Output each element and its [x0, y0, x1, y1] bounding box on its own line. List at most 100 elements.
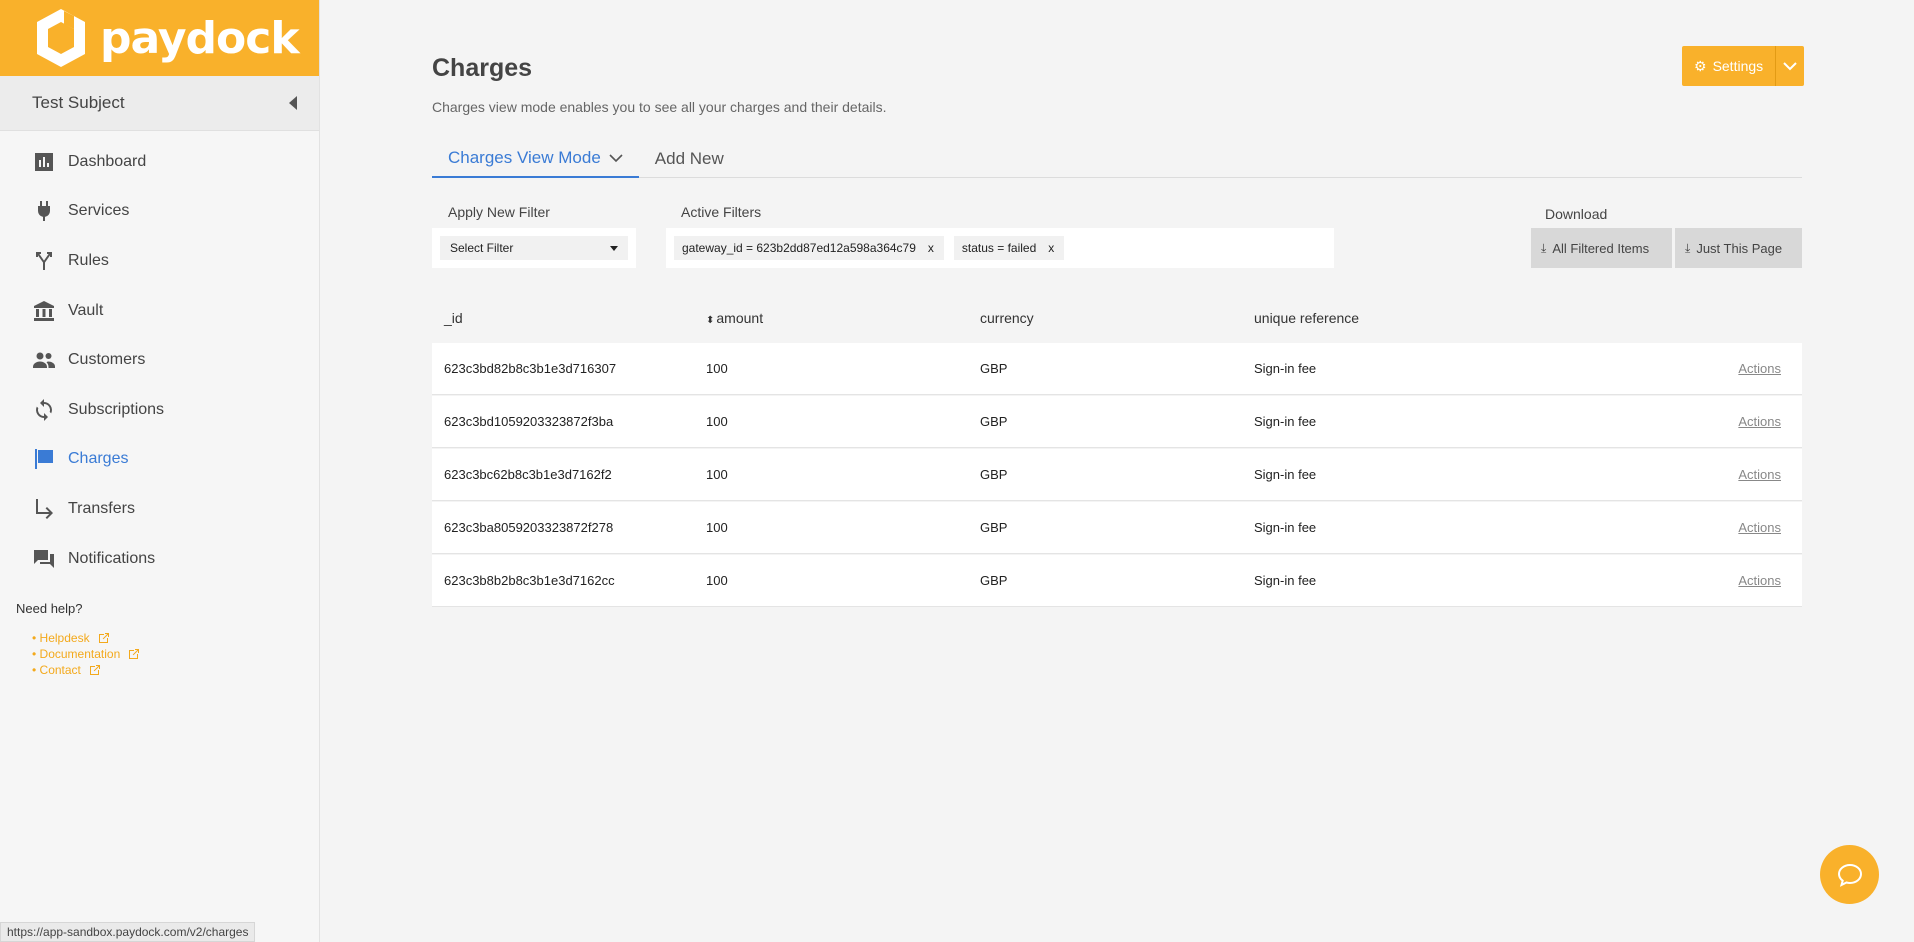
- sidebar-item-label: Rules: [68, 251, 109, 269]
- filter-select-inner[interactable]: Select Filter: [440, 236, 628, 260]
- actions-link[interactable]: Actions: [1738, 467, 1781, 482]
- external-link-icon: [129, 649, 140, 660]
- help-links: • Helpdesk • Documentation • Contact: [16, 630, 319, 678]
- filter-chip-status: status = failed x: [953, 236, 1065, 260]
- cell-currency: GBP: [980, 414, 1008, 429]
- cell-id: 623c3b8b2b8c3b1e3d7162cc: [444, 573, 615, 588]
- remove-filter-icon[interactable]: x: [1048, 241, 1054, 255]
- sidebar-item-label: Transfers: [68, 499, 135, 517]
- chat-bubble-icon: [1837, 863, 1862, 887]
- download-icon: ⤓: [1541, 240, 1547, 255]
- download-icon: ⤓: [1685, 240, 1691, 255]
- sidebar-item-label: Notifications: [68, 549, 156, 567]
- documentation-link-label: • Documentation: [32, 647, 121, 662]
- header-currency[interactable]: currency: [980, 310, 1254, 326]
- sidebar-item-rules[interactable]: Rules: [0, 236, 319, 286]
- header-amount[interactable]: ⬍ amount: [706, 310, 980, 326]
- cell-id: 623c3bd1059203323872f3ba: [444, 414, 614, 429]
- table-row[interactable]: 623c3bc62b8c3b1e3d7162f2 100 GBP Sign-in…: [432, 449, 1802, 501]
- refresh-icon: [32, 398, 56, 422]
- actions-link[interactable]: Actions: [1738, 414, 1781, 429]
- helpdesk-link[interactable]: • Helpdesk: [32, 630, 319, 646]
- sidebar-item-charges[interactable]: Charges: [0, 435, 319, 485]
- actions-link[interactable]: Actions: [1738, 520, 1781, 535]
- sidebar-item-label: Subscriptions: [68, 400, 165, 418]
- cell-reference: Sign-in fee: [1254, 361, 1317, 376]
- collapse-caret-icon[interactable]: [289, 96, 297, 110]
- table-row[interactable]: 623c3b8b2b8c3b1e3d7162cc 100 GBP Sign-in…: [432, 555, 1802, 607]
- active-filters-box: gateway_id = 623b2dd87ed12a598a364c79 x …: [666, 228, 1334, 268]
- actions-link[interactable]: Actions: [1738, 573, 1781, 588]
- header-amount-label: amount: [716, 310, 764, 326]
- table-header: _id ⬍ amount currency unique reference: [432, 293, 1802, 343]
- cell-id: 623c3bd82b8c3b1e3d716307: [444, 361, 617, 376]
- external-link-icon: [98, 633, 109, 644]
- contact-link[interactable]: • Contact: [32, 662, 319, 678]
- account-name: Test Subject: [32, 93, 125, 112]
- contact-link-label: • Contact: [32, 663, 81, 678]
- table-row[interactable]: 623c3bd1059203323872f3ba 100 GBP Sign-in…: [432, 396, 1802, 448]
- download-all-filtered-button[interactable]: ⤓ All Filtered Items: [1531, 228, 1672, 268]
- settings-button-group: ⚙ Settings: [1682, 46, 1805, 86]
- settings-label: Settings: [1712, 58, 1764, 74]
- bar-chart-icon: [32, 150, 56, 174]
- flag-icon: [32, 447, 56, 471]
- sidebar-item-transfers[interactable]: Transfers: [0, 484, 319, 534]
- help-title: Need help?: [16, 601, 83, 617]
- download-page-label: Just This Page: [1696, 240, 1783, 256]
- documentation-link[interactable]: • Documentation: [32, 646, 319, 662]
- header-id[interactable]: _id: [432, 310, 706, 326]
- turn-arrow-icon: [32, 497, 56, 521]
- paydock-logo-mark-icon: [37, 9, 85, 67]
- paydock-logo[interactable]: paydock: [0, 0, 319, 76]
- filter-select-value: Select Filter: [450, 241, 514, 255]
- account-switcher[interactable]: Test Subject: [0, 76, 319, 131]
- cell-amount: 100: [706, 467, 728, 482]
- download-page-button[interactable]: ⤓ Just This Page: [1675, 228, 1802, 268]
- page-description: Charges view mode enables you to see all…: [432, 99, 887, 115]
- filter-bar: Apply New Filter Select Filter Active Fi…: [432, 204, 1802, 274]
- helpdesk-link-label: • Helpdesk: [32, 631, 90, 646]
- sidebar-item-notifications[interactable]: Notifications: [0, 534, 319, 584]
- remove-filter-icon[interactable]: x: [928, 241, 934, 255]
- download-all-label: All Filtered Items: [1552, 240, 1650, 256]
- cell-currency: GBP: [980, 361, 1008, 376]
- cell-reference: Sign-in fee: [1254, 573, 1317, 588]
- sidebar-item-label: Customers: [68, 351, 146, 369]
- sidebar: paydock Test Subject Dashboard Services …: [0, 0, 320, 942]
- cell-reference: Sign-in fee: [1254, 467, 1317, 482]
- settings-dropdown-toggle[interactable]: [1775, 46, 1805, 86]
- chat-launcher-button[interactable]: [1820, 845, 1879, 904]
- cell-id: 623c3bc62b8c3b1e3d7162f2: [444, 467, 612, 482]
- sort-icon: ⬍: [706, 315, 715, 326]
- sidebar-item-vault[interactable]: Vault: [0, 286, 319, 336]
- sidebar-item-subscriptions[interactable]: Subscriptions: [0, 385, 319, 435]
- sidebar-item-dashboard[interactable]: Dashboard: [0, 137, 319, 187]
- table-row[interactable]: 623c3bd82b8c3b1e3d716307 100 GBP Sign-in…: [432, 343, 1802, 395]
- cell-amount: 100: [706, 414, 728, 429]
- header-reference[interactable]: unique reference: [1254, 310, 1680, 326]
- settings-button[interactable]: ⚙ Settings: [1682, 46, 1776, 86]
- gear-icon: ⚙: [1694, 57, 1707, 74]
- active-filters-label: Active Filters: [681, 204, 762, 220]
- actions-link[interactable]: Actions: [1738, 361, 1781, 376]
- tab-label: Charges View Mode: [448, 148, 601, 167]
- sidebar-item-customers[interactable]: Customers: [0, 335, 319, 385]
- cell-amount: 100: [706, 573, 728, 588]
- sidebar-item-services[interactable]: Services: [0, 187, 319, 237]
- table-row[interactable]: 623c3ba8059203323872f278 100 GBP Sign-in…: [432, 502, 1802, 554]
- cell-currency: GBP: [980, 573, 1008, 588]
- cell-amount: 100: [706, 520, 728, 535]
- tab-charges-view-mode[interactable]: Charges View Mode: [432, 140, 639, 178]
- chevron-down-icon: [1783, 62, 1797, 71]
- tab-add-new[interactable]: Add New: [639, 140, 740, 178]
- filter-select[interactable]: Select Filter: [432, 228, 636, 268]
- plug-icon: [32, 199, 56, 223]
- page-title: Charges: [432, 54, 533, 82]
- cell-currency: GBP: [980, 467, 1008, 482]
- sidebar-item-label: Vault: [68, 301, 104, 319]
- sidebar-item-label: Charges: [68, 450, 129, 468]
- cell-id: 623c3ba8059203323872f278: [444, 520, 614, 535]
- cell-reference: Sign-in fee: [1254, 520, 1317, 535]
- sidebar-nav: Dashboard Services Rules Vault Customers…: [0, 137, 319, 583]
